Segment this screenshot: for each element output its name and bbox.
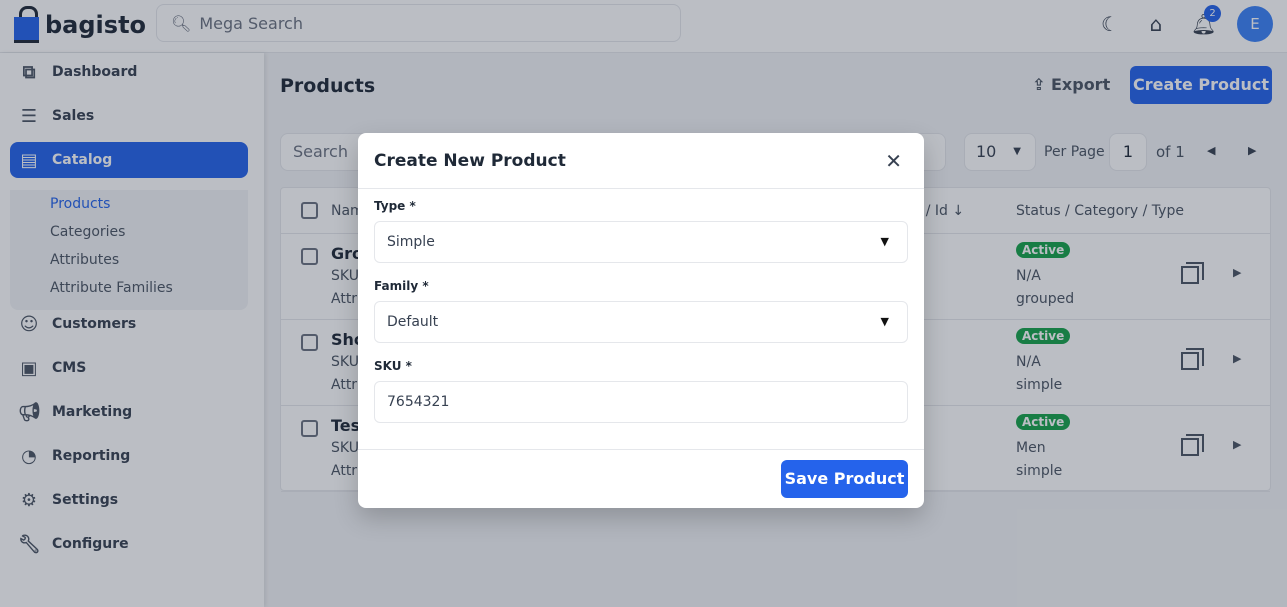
type-select[interactable]: Simple ▼: [374, 221, 908, 263]
family-label: Family *: [374, 279, 429, 293]
type-label: Type *: [374, 199, 416, 213]
close-icon[interactable]: ✕: [885, 149, 902, 173]
sku-input[interactable]: 7654321: [374, 381, 908, 423]
create-product-modal: Create New Product ✕ Type * Simple ▼ Fami…: [358, 133, 924, 508]
caret-down-icon: ▼: [880, 235, 889, 248]
sku-label: SKU *: [374, 359, 412, 373]
caret-down-icon: ▼: [880, 315, 889, 328]
save-product-button[interactable]: Save Product: [781, 460, 908, 498]
family-select[interactable]: Default ▼: [374, 301, 908, 343]
modal-title: Create New Product: [374, 151, 566, 171]
